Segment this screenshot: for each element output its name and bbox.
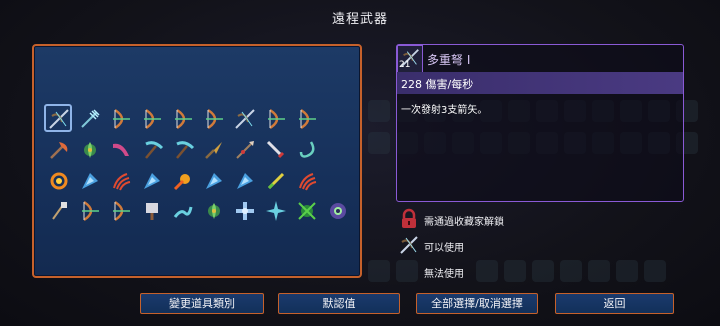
weapon-slot[interactable] xyxy=(109,199,133,223)
weapon-slot[interactable] xyxy=(171,107,195,131)
lock-icon xyxy=(398,208,420,230)
plant-icon xyxy=(208,203,220,219)
tentacle-icon xyxy=(173,206,193,218)
hook-icon xyxy=(299,141,315,158)
trident-icon xyxy=(81,109,100,128)
select-all-button[interactable]: 全部選擇/取消選擇 xyxy=(416,293,538,314)
crossbow-icon xyxy=(398,234,420,256)
weapon-slot[interactable] xyxy=(295,107,319,131)
bow-icon xyxy=(82,200,99,222)
legend-locked-label: 需通過收藏家解鎖 xyxy=(424,217,504,228)
weapon-slot[interactable] xyxy=(295,138,319,162)
stick-icon xyxy=(267,172,285,190)
trowel-icon xyxy=(205,142,222,159)
weapon-slot[interactable] xyxy=(202,138,226,162)
weapon-slot[interactable] xyxy=(47,169,71,193)
legend-unusable-label: 無法使用 xyxy=(424,269,464,280)
fireball-icon xyxy=(173,174,190,191)
weapon-slot[interactable] xyxy=(326,199,350,223)
weapon-slot[interactable] xyxy=(171,169,195,193)
weapon-slot[interactable] xyxy=(109,169,133,193)
shard-icon xyxy=(144,173,160,189)
weapon-slot[interactable] xyxy=(109,138,133,162)
weapon-slot[interactable] xyxy=(202,107,226,131)
weapon-detail-panel: 21 多重弩 I 228 傷害/每秒 一次發射3支箭矢。 xyxy=(396,44,684,202)
weapon-slot[interactable] xyxy=(202,199,226,223)
weapon-slot[interactable] xyxy=(233,107,257,131)
shuriken-icon xyxy=(266,201,286,221)
weapon-slot[interactable] xyxy=(233,199,257,223)
detail-crossbow-icon: 21 xyxy=(397,45,423,74)
detail-count: 21 xyxy=(399,60,411,70)
bow-icon xyxy=(175,108,192,130)
weapon-slot[interactable] xyxy=(295,169,319,193)
weapon-slot[interactable] xyxy=(78,107,102,131)
weapon-slot[interactable] xyxy=(47,199,71,223)
shard-icon xyxy=(82,173,98,189)
cleaver-icon xyxy=(146,203,158,220)
detail-dps: 228 傷害/每秒 xyxy=(401,78,474,91)
weapon-slot[interactable] xyxy=(171,199,195,223)
weapon-grid-panel xyxy=(32,44,362,278)
detail-description: 一次發射3支箭矢。 xyxy=(401,105,488,116)
staff-icon xyxy=(52,202,67,220)
default-button[interactable]: 默認值 xyxy=(278,293,400,314)
cross-icon xyxy=(236,202,254,220)
shard-icon xyxy=(237,173,253,189)
legend-usable-label: 可以使用 xyxy=(424,243,464,254)
weapon-slot[interactable] xyxy=(78,169,102,193)
plant-icon xyxy=(84,142,96,158)
weapon-slot[interactable] xyxy=(264,199,288,223)
crossbow-icon xyxy=(49,109,69,129)
weapon-slot[interactable] xyxy=(109,107,133,131)
back-button[interactable]: 返回 xyxy=(555,293,674,314)
gear-icon xyxy=(330,203,346,219)
weapon-slot[interactable] xyxy=(140,169,164,193)
weapon-slot[interactable] xyxy=(171,138,195,162)
weapon-slot[interactable] xyxy=(233,169,257,193)
axe-icon xyxy=(50,142,68,159)
boomerang-icon xyxy=(113,143,129,156)
vine-icon xyxy=(298,202,316,220)
claw-icon xyxy=(113,173,131,191)
weapon-slot[interactable] xyxy=(44,104,72,132)
weapon-slot[interactable] xyxy=(78,199,102,223)
flame-ring-icon xyxy=(50,172,68,190)
weapon-slot[interactable] xyxy=(264,107,288,131)
weapon-slot[interactable] xyxy=(264,169,288,193)
weapon-slot[interactable] xyxy=(202,169,226,193)
bow-icon xyxy=(113,108,130,130)
page-title: 遠程武器 xyxy=(331,12,388,27)
bow-icon xyxy=(206,108,223,130)
pickaxe-icon xyxy=(176,141,195,159)
spear-icon xyxy=(236,141,254,159)
claw-icon xyxy=(299,173,317,191)
weapon-slot[interactable] xyxy=(233,138,257,162)
weapon-slot[interactable] xyxy=(78,138,102,162)
weapon-slot[interactable] xyxy=(140,138,164,162)
pickaxe-icon xyxy=(145,141,164,159)
bow-icon xyxy=(299,108,316,130)
weapon-slot[interactable] xyxy=(264,138,288,162)
weapon-slot[interactable] xyxy=(47,138,71,162)
bow-icon xyxy=(113,200,130,222)
shard-icon xyxy=(206,173,222,189)
detail-weapon-name: 多重弩 I xyxy=(427,53,471,67)
weapon-slot[interactable] xyxy=(295,199,319,223)
weapon-slot[interactable] xyxy=(140,199,164,223)
detail-dps-bar: 228 傷害/每秒 xyxy=(397,72,683,94)
weapon-slot[interactable] xyxy=(140,107,164,131)
bow-icon xyxy=(268,108,285,130)
bow-icon xyxy=(144,108,161,130)
dagger-icon xyxy=(266,140,285,159)
crossbow-icon xyxy=(235,109,255,129)
change-category-button[interactable]: 變更道具類別 xyxy=(140,293,264,314)
